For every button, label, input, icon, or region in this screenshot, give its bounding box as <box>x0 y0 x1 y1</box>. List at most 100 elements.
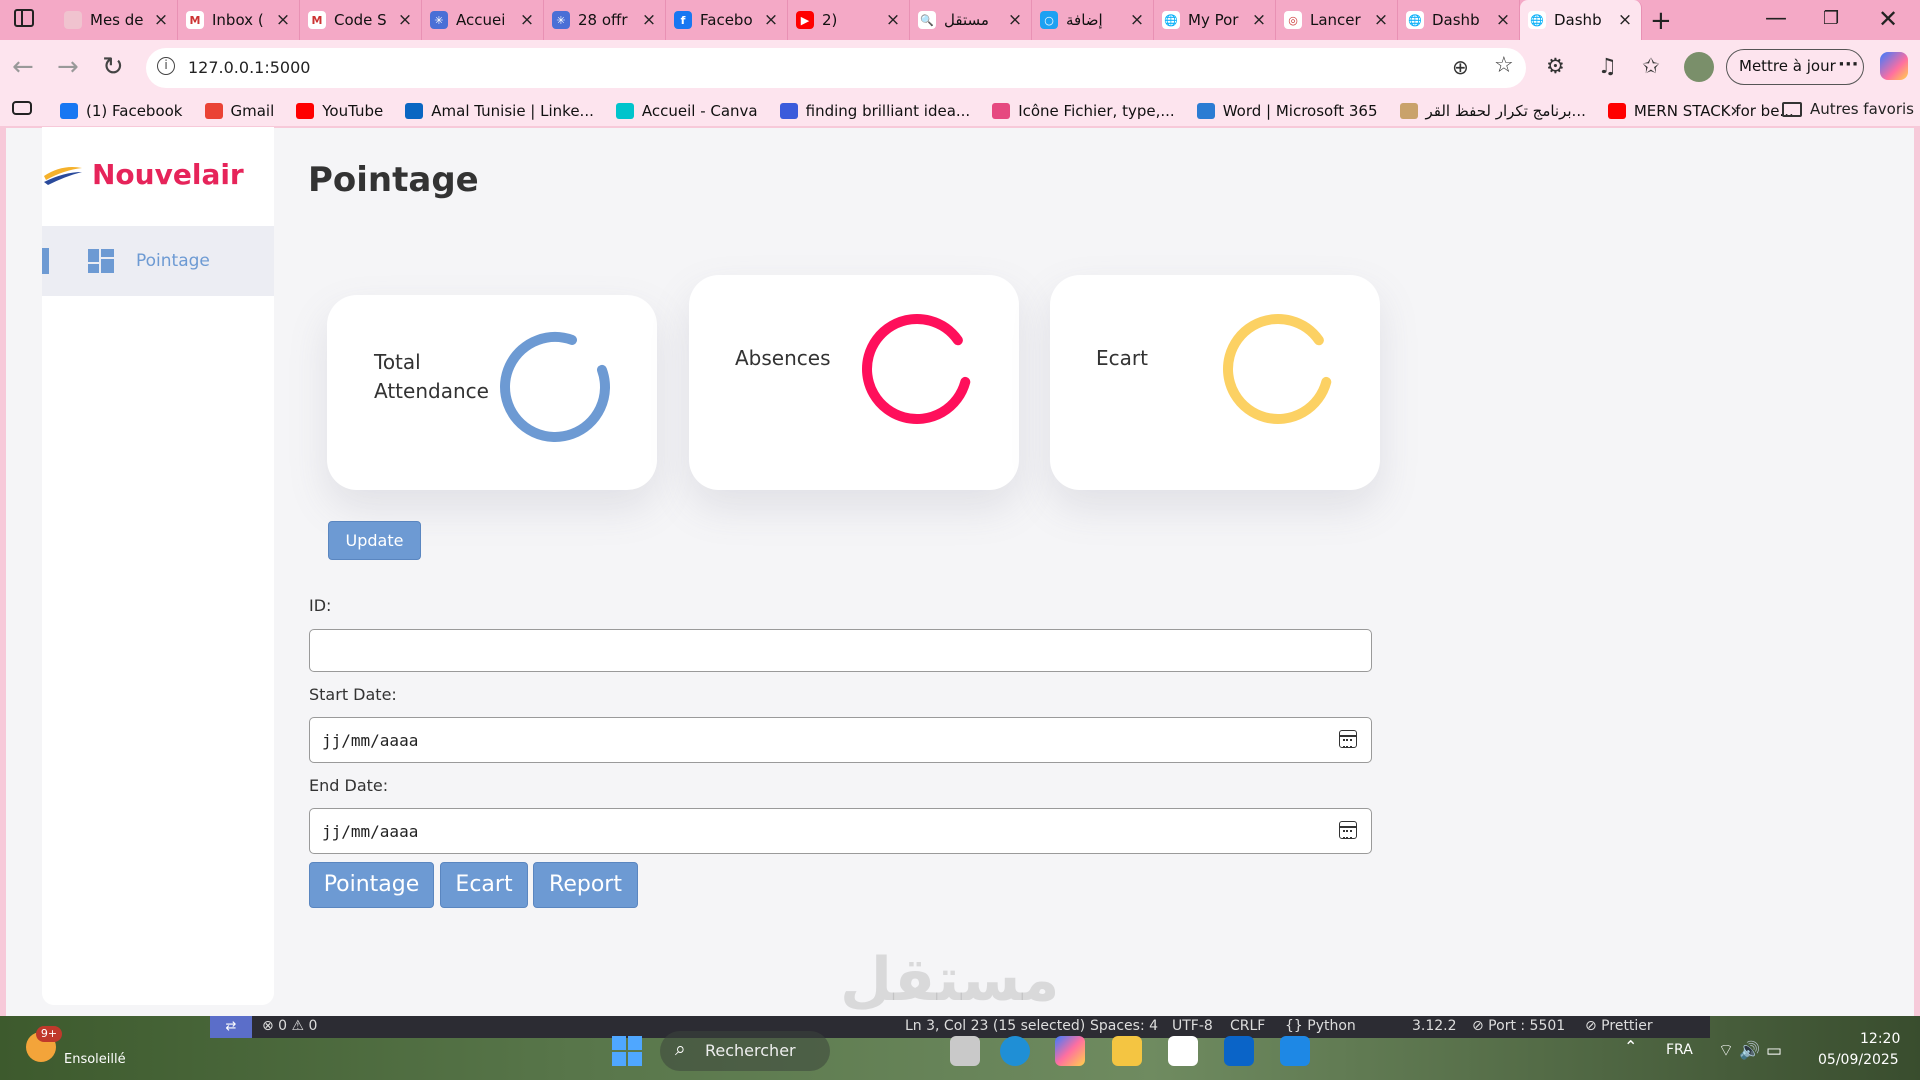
favorite-star-icon[interactable]: ☆ <box>1494 53 1514 78</box>
browser-tab[interactable]: ✳ Accuei × <box>422 0 544 40</box>
tab-close-icon[interactable]: × <box>763 10 779 30</box>
browser-tab[interactable]: Mes de × <box>56 0 178 40</box>
zoom-icon[interactable]: ⊕ <box>1452 55 1469 79</box>
pointage-button[interactable]: Pointage <box>309 862 434 908</box>
tab-close-icon[interactable]: × <box>519 10 535 30</box>
tab-close-icon[interactable]: × <box>1129 10 1145 30</box>
browser-tab[interactable]: M Inbox (× <box>178 0 300 40</box>
tab-close-icon[interactable]: × <box>641 10 657 30</box>
bookmark-item[interactable]: Word | Microsoft 365 <box>1196 102 1378 120</box>
browser-tab[interactable]: 🌐 Dashb × <box>1520 0 1642 40</box>
language-mode[interactable]: {} Python <box>1285 1018 1356 1034</box>
tab-close-icon[interactable]: × <box>1007 10 1023 30</box>
bookmark-label: Amal Tunisie | Linke... <box>431 102 594 120</box>
prettier-status[interactable]: ⊘ Prettier <box>1585 1018 1653 1034</box>
bookmark-item[interactable]: YouTube <box>296 102 383 120</box>
clock-date[interactable]: 05/09/2025 <box>1818 1052 1899 1068</box>
python-version[interactable]: 3.12.2 <box>1412 1018 1457 1034</box>
start-date-input[interactable]: jj/mm/aaaa <box>309 717 1372 763</box>
indent-setting[interactable]: Spaces: 4 <box>1090 1018 1158 1034</box>
brand-name: Nouvelair <box>92 158 244 191</box>
tray-status-icons[interactable]: ⌔ 🔊 ▭ <box>1718 1040 1782 1061</box>
taskbar-search-label[interactable]: Rechercher <box>705 1041 796 1060</box>
more-menu-icon[interactable]: ··· <box>1838 54 1859 75</box>
browser-tab[interactable]: ◎ Lancer × <box>1276 0 1398 40</box>
copilot-app-icon[interactable] <box>1055 1036 1085 1066</box>
tab-close-icon[interactable]: × <box>275 10 291 30</box>
tab-actions-icon[interactable] <box>14 9 34 27</box>
tab-close-icon[interactable]: × <box>397 10 413 30</box>
restore-button[interactable]: ❐ <box>1823 8 1839 29</box>
ecart-button[interactable]: Ecart <box>440 862 528 908</box>
tab-close-icon[interactable]: × <box>1373 10 1389 30</box>
vscode-app-icon[interactable] <box>1280 1036 1310 1066</box>
browser-tab[interactable]: 🔍 مستقل × <box>910 0 1032 40</box>
store-app-icon[interactable] <box>1168 1036 1198 1066</box>
address-url[interactable]: 127.0.0.1:5000 <box>188 58 310 77</box>
bookmark-item[interactable]: MERN STACK for be... <box>1607 102 1794 120</box>
site-info-icon[interactable]: i <box>157 57 175 75</box>
calendar-icon[interactable] <box>1339 730 1357 748</box>
edge-app-icon[interactable] <box>1000 1036 1030 1066</box>
address-bar[interactable] <box>146 48 1526 88</box>
browser-tab[interactable]: 🌐 Dashb × <box>1398 0 1520 40</box>
calendar-icon[interactable] <box>1339 821 1357 839</box>
close-window-button[interactable]: ✕ <box>1878 5 1898 33</box>
chevron-right-icon[interactable]: › <box>1730 98 1738 122</box>
media-icon[interactable]: ♫ <box>1598 54 1617 78</box>
bookmark-item[interactable]: Gmail <box>204 102 274 120</box>
bookmark-favicon-icon <box>1399 103 1418 119</box>
tab-close-icon[interactable]: × <box>1251 10 1267 30</box>
minimize-button[interactable]: — <box>1765 6 1787 31</box>
tab-close-icon[interactable]: × <box>885 10 901 30</box>
profile-avatar[interactable] <box>1684 52 1714 82</box>
file-explorer-app-icon[interactable] <box>950 1036 980 1066</box>
tab-close-icon[interactable]: × <box>153 10 169 30</box>
problems-indicator[interactable]: ⊗ 0 ⚠ 0 <box>262 1018 317 1034</box>
extensions-icon[interactable]: ⚙ <box>1546 54 1565 78</box>
tab-label: Facebo <box>700 11 753 29</box>
id-input[interactable] <box>309 629 1372 672</box>
outlook-app-icon[interactable] <box>1224 1036 1254 1066</box>
favorites-icon[interactable]: ✩ <box>1642 54 1660 78</box>
report-button[interactable]: Report <box>533 862 638 908</box>
start-button[interactable] <box>612 1036 642 1066</box>
bookmark-item[interactable]: finding brilliant idea... <box>779 102 970 120</box>
eol-setting[interactable]: CRLF <box>1230 1018 1265 1034</box>
browser-tab[interactable]: f Facebo × <box>666 0 788 40</box>
sidebar-item-label[interactable]: Pointage <box>136 251 210 271</box>
new-tab-button[interactable]: + <box>1650 6 1672 36</box>
bookmark-item[interactable]: برنامج تكرار لحفظ القر... <box>1399 102 1586 120</box>
bookmark-item[interactable]: Amal Tunisie | Linke... <box>405 102 594 120</box>
browser-tab[interactable]: 🌐 My Por × <box>1154 0 1276 40</box>
tab-close-icon[interactable]: × <box>1495 10 1511 30</box>
end-date-input[interactable]: jj/mm/aaaa <box>309 808 1372 854</box>
encoding-setting[interactable]: UTF-8 <box>1172 1018 1213 1034</box>
sidebar-active-indicator <box>42 248 49 274</box>
bookmark-item[interactable]: Icône Fichier, type,... <box>992 102 1175 120</box>
tab-close-icon[interactable]: × <box>1617 10 1633 30</box>
remote-indicator-icon[interactable]: ⇄ <box>210 1016 252 1038</box>
browser-tab[interactable]: ▶ 2) × <box>788 0 910 40</box>
browser-tab[interactable]: ○ إضافة × <box>1032 0 1154 40</box>
back-button[interactable]: ← <box>12 52 34 82</box>
folder-app-icon[interactable] <box>1112 1036 1142 1066</box>
bookmark-item[interactable]: Accueil - Canva <box>615 102 758 120</box>
browser-tab[interactable]: ✳ 28 offr × <box>544 0 666 40</box>
tab-favicon-icon <box>64 11 82 29</box>
language-indicator[interactable]: FRA <box>1666 1042 1693 1058</box>
bookmark-toggle-icon[interactable] <box>12 101 32 115</box>
tab-label: مستقل <box>944 11 989 29</box>
tray-chevron-icon[interactable]: ⌃ <box>1624 1037 1637 1056</box>
forward-button[interactable]: → <box>57 52 79 82</box>
cursor-position[interactable]: Ln 3, Col 23 (15 selected) <box>905 1018 1085 1034</box>
update-button[interactable]: Update <box>328 521 421 560</box>
bookmark-item[interactable]: (1) Facebook <box>60 102 183 120</box>
copilot-icon[interactable] <box>1880 52 1908 80</box>
browser-tab[interactable]: M Code S × <box>300 0 422 40</box>
weather-label[interactable]: Ensoleillé <box>64 1052 126 1067</box>
live-server-port[interactable]: ⊘ Port : 5501 <box>1472 1018 1565 1034</box>
other-bookmarks[interactable]: Autres favoris <box>1782 100 1914 118</box>
reload-button[interactable]: ↻ <box>102 52 124 82</box>
clock-time[interactable]: 12:20 <box>1860 1031 1900 1047</box>
